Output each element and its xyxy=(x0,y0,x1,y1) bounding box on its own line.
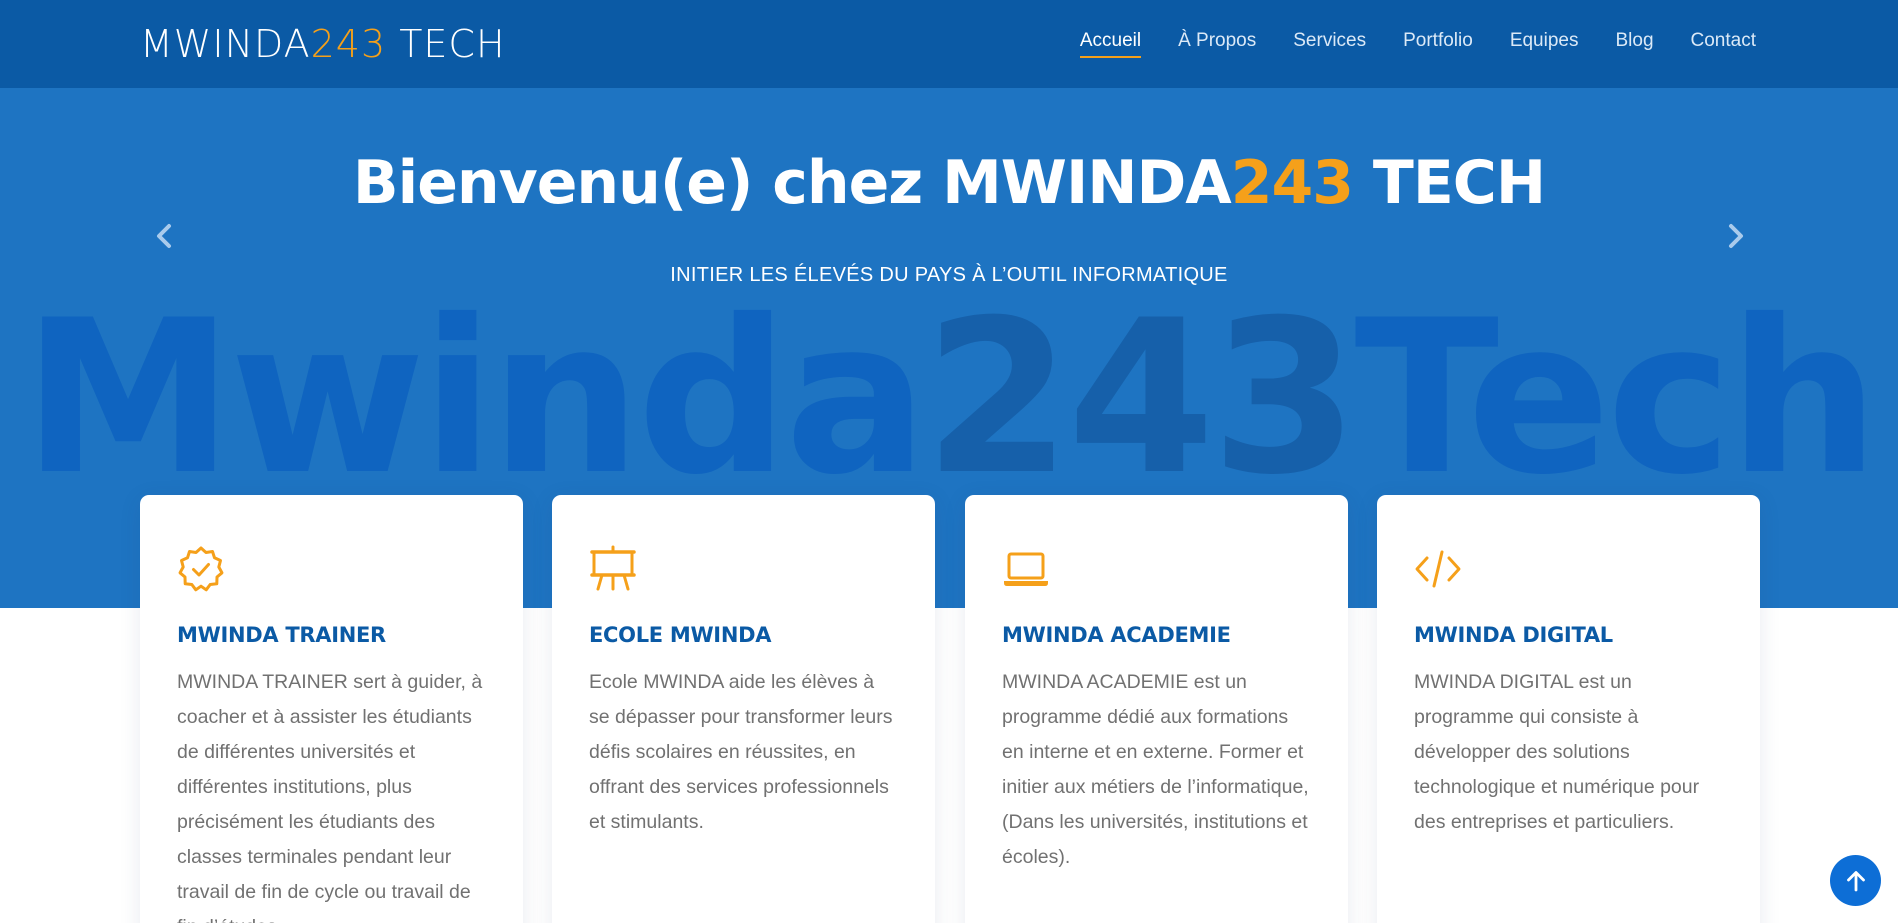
carousel-prev-button[interactable] xyxy=(144,216,184,256)
back-to-top-button[interactable] xyxy=(1830,855,1881,906)
watermark-part1: Mwinda xyxy=(22,274,928,521)
badge-check-icon xyxy=(177,545,225,593)
logo-text-suffix: TECH xyxy=(386,22,506,66)
service-card-ecole[interactable]: ECOLE MWINDA Ecole MWINDA aide les élève… xyxy=(552,495,935,923)
laptop-icon xyxy=(1002,545,1050,593)
card-title: MWINDA TRAINER xyxy=(177,623,386,647)
card-title: ECOLE MWINDA xyxy=(589,623,772,647)
code-icon xyxy=(1414,545,1462,593)
main-nav: Accueil À Propos Services Portfolio Equi… xyxy=(1043,30,1756,58)
card-title: MWINDA DIGITAL xyxy=(1414,623,1613,647)
nav-item-portfolio[interactable]: Portfolio xyxy=(1403,30,1473,58)
nav-item-services[interactable]: Services xyxy=(1293,30,1366,58)
hero-title-main: Bienvenu(e) chez MWINDA xyxy=(352,148,1232,218)
chevron-right-icon xyxy=(1729,224,1743,248)
hero-title-accent: 243 xyxy=(1230,148,1354,218)
card-title: MWINDA ACADEMIE xyxy=(1002,623,1231,647)
hero-title-suffix: TECH xyxy=(1353,148,1546,218)
chevron-left-icon xyxy=(157,224,171,248)
card-description: Ecole MWINDA aide les élèves à se dépass… xyxy=(589,671,893,833)
nav-item-accueil[interactable]: Accueil xyxy=(1079,30,1142,58)
arrow-up-icon xyxy=(1846,870,1865,891)
card-description: MWINDA ACADEMIE est un programme dédié a… xyxy=(1002,671,1309,868)
hero-title: Bienvenu(e) chez MWINDA243 TECH xyxy=(0,148,1898,218)
nav-item-equipes[interactable]: Equipes xyxy=(1510,30,1579,58)
nav-item-contact[interactable]: Contact xyxy=(1691,30,1756,58)
site-header: MWINDA243 TECH Accueil À Propos Services… xyxy=(0,0,1898,88)
watermark-part3: Tech xyxy=(1354,274,1879,521)
logo-text-main: MWINDA xyxy=(140,22,311,66)
watermark-part2: 243 xyxy=(923,274,1359,521)
card-description: MWINDA DIGITAL est un programme qui cons… xyxy=(1414,671,1700,833)
card-description: MWINDA TRAINER sert à guider, à coacher … xyxy=(177,671,483,923)
service-card-trainer[interactable]: MWINDA TRAINER MWINDA TRAINER sert à gui… xyxy=(140,495,523,923)
logo-text-accent: 243 xyxy=(310,22,387,66)
site-logo[interactable]: MWINDA243 TECH xyxy=(140,22,506,66)
service-card-digital[interactable]: MWINDA DIGITAL MWINDA DIGITAL est un pro… xyxy=(1377,495,1760,923)
carousel-next-button[interactable] xyxy=(1716,216,1756,256)
hero-subtitle: INITIER LES ÉLEVÉS DU PAYS À L’OUTIL INF… xyxy=(670,264,1228,286)
nav-item-blog[interactable]: Blog xyxy=(1615,30,1653,58)
nav-item-a-propos[interactable]: À Propos xyxy=(1178,30,1256,58)
hero-watermark: Mwinda243Tech xyxy=(0,268,1898,528)
easel-icon xyxy=(589,545,637,593)
service-card-academie[interactable]: MWINDA ACADEMIE MWINDA ACADEMIE est un p… xyxy=(965,495,1348,923)
